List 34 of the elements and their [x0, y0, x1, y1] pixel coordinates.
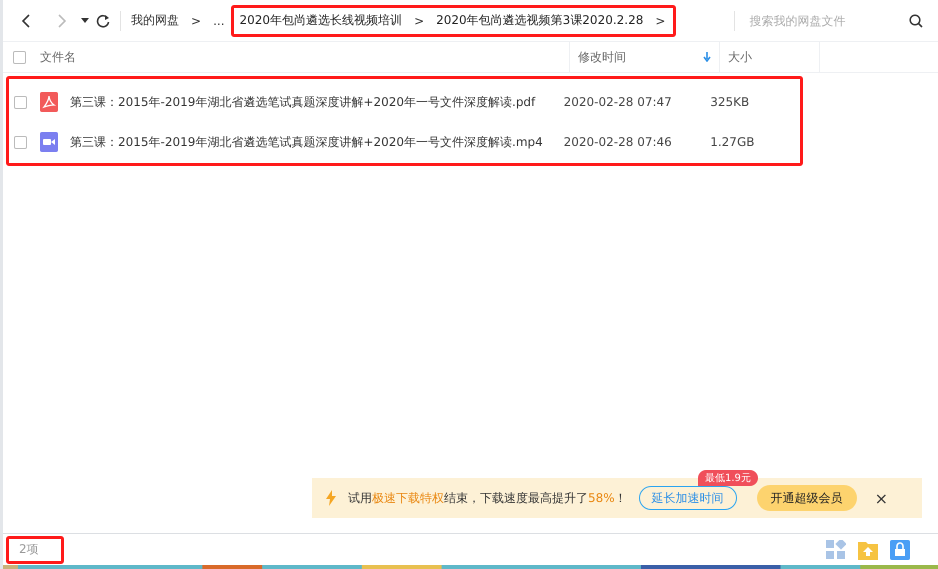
- column-header[interactable]: 修改时间: [578, 48, 626, 66]
- table-cell: 2020-02-28 07:46: [564, 135, 672, 149]
- search-icon[interactable]: [909, 14, 924, 28]
- column-header[interactable]: 文件名: [40, 48, 76, 66]
- table-cell: 2020-02-28 07:47: [564, 95, 672, 109]
- upload-folder-icon[interactable]: [858, 540, 878, 560]
- item-count: 2项: [19, 541, 39, 558]
- video-file-icon: [40, 132, 58, 152]
- refresh-icon[interactable]: [96, 14, 110, 28]
- checkbox[interactable]: [14, 96, 27, 108]
- breadcrumb-separator: >: [414, 14, 424, 28]
- sort-arrow-icon[interactable]: [703, 52, 711, 62]
- breadcrumb-link[interactable]: 2020年包尚遴选视频第3课2020.2.28: [436, 12, 644, 29]
- breadcrumb-link[interactable]: 我的网盘: [131, 12, 179, 29]
- price-badge: 最低1.9元: [698, 470, 758, 486]
- table-cell: 1.27GB: [710, 135, 754, 149]
- breadcrumb-separator: >: [191, 14, 202, 28]
- table-cell: 325KB: [710, 95, 750, 109]
- lock-icon[interactable]: [890, 540, 910, 560]
- checkbox[interactable]: [14, 136, 27, 148]
- notice-text: 试用极速下载特权结束，下载速度最高提升了58%！: [348, 490, 627, 506]
- column-header[interactable]: 大小: [728, 48, 752, 66]
- close-button[interactable]: ×: [870, 488, 892, 508]
- breadcrumb-ellipsis[interactable]: ...: [213, 14, 225, 28]
- vip-button[interactable]: 开通超级会员: [756, 485, 857, 511]
- file-name[interactable]: 第三课：2015年-2019年湖北省遴选笔试真题深度讲解+2020年一号文件深度解读.mp4: [70, 134, 543, 150]
- breadcrumb-link[interactable]: 2020年包尚遴选长线视频培训: [240, 12, 402, 29]
- file-name[interactable]: 第三课：2015年-2019年湖北省遴选笔试真题深度讲解+2020年一号文件深度解读.pdf: [70, 94, 536, 110]
- pdf-file-icon: [40, 92, 58, 112]
- breadcrumb-separator: >: [655, 14, 666, 28]
- grid-view-icon[interactable]: [826, 540, 846, 560]
- dropdown-icon[interactable]: [81, 18, 89, 24]
- lightning-icon: [326, 490, 336, 506]
- checkbox[interactable]: [13, 50, 26, 64]
